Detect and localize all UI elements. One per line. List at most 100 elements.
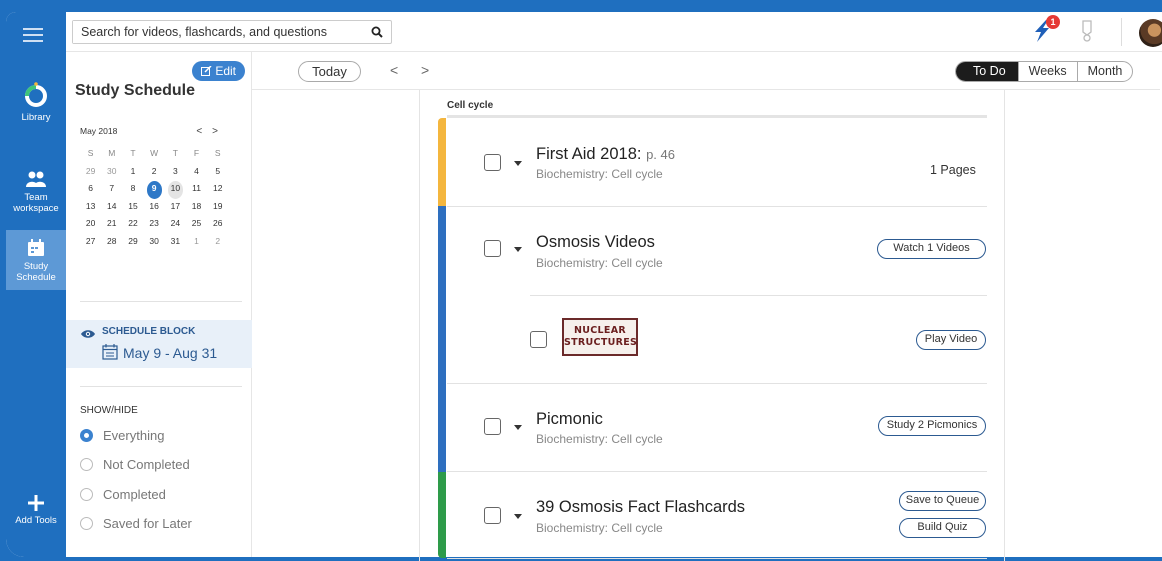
- task-checkbox[interactable]: [484, 240, 501, 257]
- calendar-next[interactable]: >: [212, 126, 228, 137]
- chevron-down-icon[interactable]: [514, 161, 522, 166]
- view-month[interactable]: Month: [1076, 62, 1133, 81]
- calendar-day[interactable]: 13: [80, 199, 101, 217]
- calendar-day[interactable]: 30: [101, 164, 122, 182]
- edit-label: Edit: [215, 64, 237, 78]
- calendar-day-selected[interactable]: 9: [146, 181, 162, 199]
- calendar-day[interactable]: 29: [122, 234, 143, 252]
- filter-not-completed[interactable]: Not Completed: [80, 457, 190, 472]
- calendar-day[interactable]: 7: [101, 181, 122, 199]
- build-quiz-button[interactable]: Build Quiz: [899, 518, 986, 538]
- task-page: p. 46: [646, 147, 675, 162]
- calendar-icon: [102, 344, 118, 360]
- avatar[interactable]: [1139, 19, 1162, 47]
- calendar-prev[interactable]: <: [196, 126, 212, 137]
- eye-icon[interactable]: [81, 329, 95, 339]
- rail-label-team-1: Team: [24, 192, 48, 203]
- calendar-day[interactable]: 18: [186, 199, 207, 217]
- task-color-bar: [438, 472, 446, 558]
- calendar-day[interactable]: 5: [207, 164, 228, 182]
- view-todo[interactable]: To Do: [956, 62, 1018, 81]
- chevron-down-icon[interactable]: [514, 425, 522, 430]
- calendar-day[interactable]: 30: [144, 234, 165, 252]
- save-to-queue-button[interactable]: Save to Queue: [899, 491, 986, 511]
- calendar-day[interactable]: 10: [167, 181, 183, 199]
- calendar-day[interactable]: 6: [80, 181, 101, 199]
- next-arrow-icon[interactable]: >: [421, 62, 429, 78]
- calendar-day[interactable]: 1: [186, 234, 207, 252]
- task-checkbox[interactable]: [484, 507, 501, 524]
- calendar-day[interactable]: 29: [80, 164, 101, 182]
- calendar-day[interactable]: 1: [122, 164, 143, 182]
- search-input[interactable]: [73, 21, 363, 43]
- radio-selected[interactable]: [80, 429, 93, 442]
- edit-icon: [200, 65, 212, 76]
- calendar-day[interactable]: 25: [186, 216, 207, 234]
- sidebar-divider: [80, 301, 242, 302]
- thumb-line-2: STRUCTURES: [564, 337, 638, 348]
- calendar-day[interactable]: 26: [207, 216, 228, 234]
- filter-saved-for-later[interactable]: Saved for Later: [80, 516, 192, 531]
- row-divider: [447, 558, 987, 559]
- show-hide-label: SHOW/HIDE: [80, 405, 138, 416]
- calendar-day[interactable]: 2: [207, 234, 228, 252]
- schedule-block[interactable]: SCHEDULE BLOCK May 9 - Aug 31: [66, 320, 252, 368]
- filter-everything[interactable]: Everything: [80, 428, 164, 443]
- radio[interactable]: [80, 517, 93, 530]
- calendar-day[interactable]: 12: [207, 181, 228, 199]
- task-subtitle: Biochemistry: Cell cycle: [536, 432, 663, 446]
- task-checkbox[interactable]: [484, 418, 501, 435]
- calendar-day[interactable]: 17: [165, 199, 186, 217]
- calendar-day[interactable]: 31: [165, 234, 186, 252]
- rail-item-add-tools[interactable]: Add Tools: [6, 495, 66, 535]
- prev-arrow-icon[interactable]: <: [390, 62, 398, 78]
- today-button[interactable]: Today: [298, 61, 361, 82]
- task-checkbox[interactable]: [484, 154, 501, 171]
- dow: S: [214, 148, 221, 158]
- app-window: Library Team workspace Study Schedule Ad…: [6, 12, 1162, 557]
- rail-item-study-schedule[interactable]: Study Schedule: [6, 230, 66, 290]
- calendar-day[interactable]: 24: [165, 216, 186, 234]
- chevron-down-icon[interactable]: [514, 514, 522, 519]
- calendar-day[interactable]: 4: [186, 164, 207, 182]
- watch-videos-button[interactable]: Watch 1 Videos: [877, 239, 986, 259]
- chevron-down-icon[interactable]: [514, 247, 522, 252]
- edit-button[interactable]: Edit: [192, 61, 245, 81]
- plus-icon: [28, 495, 44, 511]
- calendar-day[interactable]: 3: [165, 164, 186, 182]
- lane-border: [419, 89, 420, 561]
- task-title-text: First Aid 2018:: [536, 145, 642, 163]
- calendar-day[interactable]: 19: [207, 199, 228, 217]
- view-weeks[interactable]: Weeks: [1017, 62, 1077, 81]
- video-checkbox[interactable]: [530, 331, 547, 348]
- filter-completed[interactable]: Completed: [80, 487, 166, 502]
- study-picmonics-button[interactable]: Study 2 Picmonics: [878, 416, 986, 436]
- filter-label: Completed: [103, 487, 166, 502]
- rail-item-library[interactable]: Library: [6, 82, 66, 132]
- calendar-day[interactable]: 22: [122, 216, 143, 234]
- menu-icon[interactable]: [23, 28, 43, 46]
- topbar-divider: [1121, 18, 1122, 46]
- calendar-day[interactable]: 11: [186, 181, 207, 199]
- calendar-day[interactable]: 16: [144, 199, 165, 217]
- video-thumbnail[interactable]: NUCLEAR STRUCTURES: [562, 318, 638, 356]
- radio[interactable]: [80, 488, 93, 501]
- calendar-day[interactable]: 14: [101, 199, 122, 217]
- search-icon[interactable]: [371, 26, 383, 38]
- schedule-dates-text: May 9 - Aug 31: [123, 345, 218, 361]
- calendar-day[interactable]: 2: [144, 164, 165, 182]
- calendar-day[interactable]: 20: [80, 216, 101, 234]
- play-video-button[interactable]: Play Video: [916, 330, 986, 350]
- section-title: Cell cycle: [447, 100, 494, 111]
- rail-item-team-workspace[interactable]: Team workspace: [6, 170, 66, 226]
- calendar-day[interactable]: 27: [80, 234, 101, 252]
- calendar-day[interactable]: 15: [122, 199, 143, 217]
- calendar-day[interactable]: 8: [122, 181, 143, 199]
- calendar-day[interactable]: 21: [101, 216, 122, 234]
- radio[interactable]: [80, 458, 93, 471]
- library-icon: [25, 82, 47, 107]
- schedule-block-dates: May 9 - Aug 31: [102, 344, 217, 361]
- calendar-day[interactable]: 28: [101, 234, 122, 252]
- medal-icon[interactable]: [1080, 20, 1094, 42]
- calendar-day[interactable]: 23: [144, 216, 165, 234]
